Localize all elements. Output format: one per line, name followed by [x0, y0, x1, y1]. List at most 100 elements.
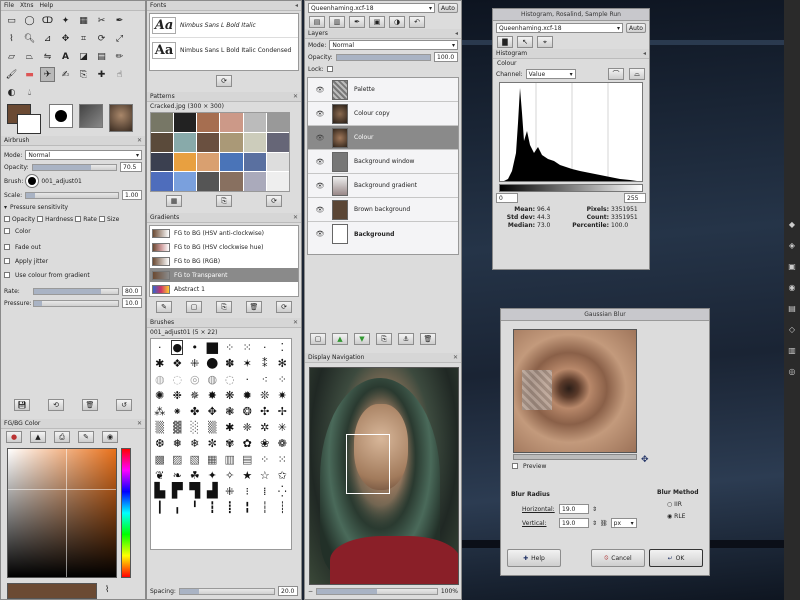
measure-icon[interactable]: ⊿	[40, 31, 55, 46]
eraser-icon[interactable]: ▬	[22, 67, 37, 82]
brush-swatch[interactable]: ⁕	[173, 405, 182, 418]
method-rle[interactable]: ◉ RLE	[667, 513, 685, 520]
pattern-swatch[interactable]	[266, 132, 289, 152]
paths-tab-icon[interactable]: ✒	[349, 16, 365, 28]
color-option[interactable]: Color	[1, 225, 145, 237]
opacity-value[interactable]: 70.5	[120, 162, 142, 172]
pattern-swatch[interactable]	[220, 132, 243, 152]
brush-swatch[interactable]: ✥	[208, 405, 217, 418]
brush-swatch[interactable]: ✽	[225, 357, 234, 370]
zoom-icon[interactable]: 🔍︎	[22, 31, 37, 46]
pattern-swatch[interactable]	[243, 152, 266, 172]
brush-swatch[interactable]: ◍	[207, 373, 217, 386]
preview-checkbox[interactable]	[512, 463, 518, 469]
gradient-item-selected[interactable]: FG to Transparent	[150, 268, 298, 282]
opt-rate[interactable]: Rate	[75, 216, 97, 223]
brush-swatch[interactable]: ✦	[208, 469, 217, 482]
layer-row[interactable]: 👁︎ Brown background	[308, 198, 458, 222]
pattern-indicator[interactable]	[79, 104, 103, 128]
eye-icon[interactable]: 👁︎	[308, 206, 332, 214]
layer-mode-select[interactable]: Normal ▾	[329, 40, 458, 50]
eye-icon[interactable]: 👁︎	[308, 230, 332, 238]
eye-icon[interactable]: 👁︎	[308, 86, 332, 94]
brush-swatch[interactable]: ◎	[190, 373, 200, 386]
tab-menu-icon[interactable]: ◂	[643, 50, 646, 57]
fuzzy-select-icon[interactable]: ✦	[58, 13, 73, 28]
brush-swatch[interactable]: ❊	[260, 389, 269, 402]
refresh-fonts-icon[interactable]: ⟳	[216, 75, 232, 87]
gradient-edit-icon[interactable]: ✎	[156, 301, 172, 313]
pattern-swatch[interactable]	[243, 113, 266, 132]
layer-row[interactable]: 👁︎ Background gradient	[308, 174, 458, 198]
brush-swatch[interactable]: ❂	[243, 405, 252, 418]
brush-swatch[interactable]: ✵	[190, 389, 199, 402]
brush-swatch[interactable]: ✱	[225, 421, 234, 434]
brush-swatch[interactable]: ·	[246, 373, 250, 386]
brush-swatch[interactable]: ⁙	[278, 453, 287, 466]
method-iir[interactable]: ○ IIR	[667, 501, 682, 508]
rate-value[interactable]: 80.0	[122, 286, 142, 296]
brush-swatch[interactable]: ✷	[278, 389, 287, 402]
brush-swatch[interactable]: ⁝	[246, 485, 250, 498]
navigate-icon[interactable]: ✥	[641, 455, 649, 465]
brush-swatch[interactable]: ✿	[243, 437, 252, 450]
unit-select[interactable]: px ▾	[610, 518, 637, 528]
brush-swatch[interactable]: ❧	[173, 469, 182, 482]
undo-tab-icon[interactable]: ↶	[409, 16, 425, 28]
log-scale-icon[interactable]: ⌓	[629, 68, 645, 80]
delete-layer-icon[interactable]: 🗑︎	[420, 333, 436, 345]
brush-swatch[interactable]: ⁘	[278, 373, 287, 386]
pattern-swatch[interactable]	[220, 172, 243, 191]
close-icon[interactable]: ✕	[293, 319, 298, 326]
new-layer-icon[interactable]: ▢	[310, 333, 326, 345]
reset-options-icon[interactable]: ↺	[116, 399, 132, 411]
horizontal-input[interactable]: 19.0	[559, 504, 589, 514]
gradient-refresh-icon[interactable]: ⟳	[276, 301, 292, 313]
brush-swatch[interactable]: ⁚	[281, 341, 285, 354]
brush-swatch[interactable]: ╏	[244, 501, 251, 514]
channels-tab-icon[interactable]: ▥	[329, 16, 345, 28]
pressure-value[interactable]: 10.0	[122, 298, 142, 308]
image-thumbnail[interactable]	[109, 104, 133, 132]
color-picker-icon[interactable]: ⌇	[4, 31, 19, 46]
brush-indicator[interactable]	[49, 104, 73, 128]
brush-swatch[interactable]: ▧	[190, 453, 200, 466]
spin-icon[interactable]: ⇕	[592, 520, 597, 527]
cancel-button[interactable]: ⦸ Cancel	[591, 549, 645, 567]
current-color-swatch[interactable]	[7, 583, 97, 599]
pattern-swatch[interactable]	[151, 152, 174, 172]
brush-swatch[interactable]: ⁑	[262, 357, 268, 370]
lower-layer-icon[interactable]: ▼	[354, 333, 370, 345]
eye-icon[interactable]: 👁︎	[308, 110, 332, 118]
viewport-rect[interactable]	[346, 434, 390, 494]
triangle-color-icon[interactable]: ▲	[30, 431, 46, 443]
opt-opacity[interactable]: Opacity	[4, 216, 35, 223]
hue-strip[interactable]	[121, 448, 131, 578]
hist-image-select[interactable]: Queenhaming.xcf-18 ▾	[496, 23, 623, 33]
layer-opacity-slider[interactable]	[335, 53, 431, 61]
gradient-delete-icon[interactable]: 🗑︎	[246, 301, 262, 313]
brush-swatch[interactable]: ▟	[207, 483, 218, 499]
close-icon[interactable]: ✕	[453, 354, 458, 361]
pressure-slider[interactable]	[33, 299, 119, 307]
brush-swatch[interactable]: ❆	[155, 437, 164, 450]
restore-options-icon[interactable]: ⟲	[48, 399, 64, 411]
gradient-duplicate-icon[interactable]: ⎘	[216, 301, 232, 313]
layer-opacity-value[interactable]: 100.0	[434, 52, 458, 62]
colormap-tab-icon[interactable]: ◑	[389, 16, 405, 28]
shear-icon[interactable]: ▱	[4, 49, 19, 64]
mode-select[interactable]: Normal ▾	[25, 150, 142, 160]
brush-swatch[interactable]: ❅	[173, 437, 182, 450]
spacing-value[interactable]: 20.0	[278, 586, 298, 596]
brush-swatch[interactable]: ▜	[189, 483, 200, 499]
close-icon[interactable]: ✕	[293, 93, 298, 100]
airbrush-icon[interactable]: ✈	[40, 67, 55, 82]
gimp-color-icon[interactable]: ●	[6, 431, 22, 443]
pencil-icon[interactable]: ✏	[112, 49, 127, 64]
panel-icon[interactable]: ◆	[789, 220, 795, 229]
pattern-swatch[interactable]	[197, 152, 220, 172]
color-selector[interactable]	[7, 448, 117, 578]
ink-icon[interactable]: ✍	[58, 67, 73, 82]
brush-swatch[interactable]: ▛	[172, 483, 183, 499]
vertical-input[interactable]: 19.0	[559, 518, 589, 528]
